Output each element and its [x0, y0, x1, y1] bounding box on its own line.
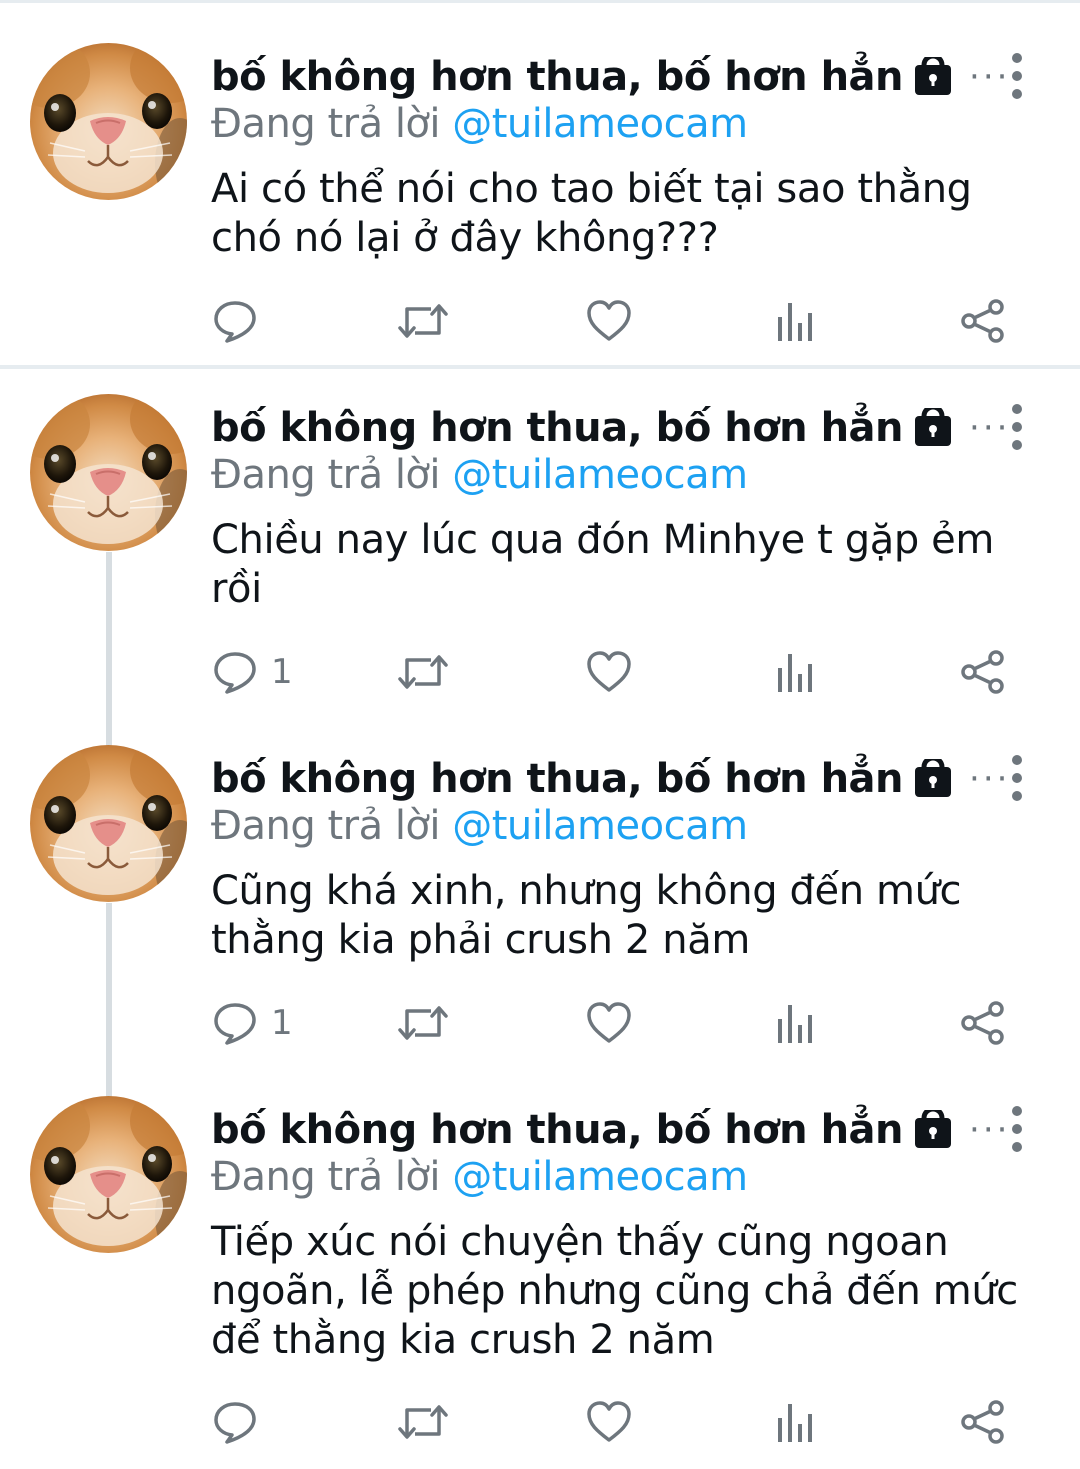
tweet-actions	[211, 295, 1041, 347]
replying-to: Đang trả lời @tuilameocam	[211, 803, 748, 849]
display-name[interactable]: bố không hơn thua, bố hơn hẳn	[211, 756, 904, 802]
replying-to-handle-link[interactable]: @tuilameocam	[452, 803, 748, 849]
tweet-text: Chiều nay lúc qua đón Minhye t gặp ẻm rồ…	[211, 517, 994, 612]
analytics-icon	[778, 654, 812, 692]
tweet-actions	[211, 1396, 1041, 1448]
tweet-actions: 1	[211, 997, 1041, 1049]
reply-button[interactable]	[211, 295, 271, 347]
like-button[interactable]	[585, 997, 633, 1049]
like-button[interactable]	[585, 646, 633, 698]
tweet-text: Cũng khá xinh, nhưng không đến mức thằng…	[211, 868, 962, 963]
cat-avatar-image	[30, 43, 187, 200]
reply-count: 1	[271, 652, 293, 692]
like-button[interactable]	[585, 295, 633, 347]
share-icon	[961, 299, 1004, 343]
reply-count: 1	[271, 1003, 293, 1043]
avatar[interactable]	[30, 745, 187, 902]
heart-icon	[587, 1401, 631, 1442]
lock-icon	[915, 57, 952, 95]
heart-icon	[587, 300, 631, 341]
replying-to-label: Đang trả lời	[211, 1154, 441, 1200]
retweet-button[interactable]	[397, 295, 449, 347]
tweet-text: Ai có thể nói cho tao biết tại sao thằng…	[211, 166, 972, 261]
cat-avatar-image	[30, 394, 187, 551]
analytics-button[interactable]	[775, 295, 817, 347]
analytics-button[interactable]	[775, 646, 817, 698]
tweet-header: bố không hơn thua, bố hơn hẳn ···	[211, 402, 1010, 454]
lock-icon	[915, 408, 952, 446]
analytics-icon	[778, 1005, 812, 1043]
heart-icon	[587, 651, 631, 692]
analytics-button[interactable]	[775, 1396, 817, 1448]
reply-button[interactable]: 1	[211, 997, 293, 1049]
tweet: bố không hơn thua, bố hơn hẳn ··· Đang t…	[0, 43, 1080, 343]
more-options-icon[interactable]	[1000, 753, 1034, 803]
replying-to-label: Đang trả lời	[211, 803, 441, 849]
avatar[interactable]	[30, 1096, 187, 1253]
tweet: bố không hơn thua, bố hơn hẳn ··· Đang t…	[0, 1096, 1080, 1456]
replying-to: Đang trả lời @tuilameocam	[211, 452, 748, 498]
tweet-text: Tiếp xúc nói chuyện thấy cũng ngoan ngoã…	[211, 1219, 1018, 1363]
heart-icon	[587, 1002, 631, 1043]
retweet-icon	[398, 655, 448, 689]
reply-button[interactable]: 1	[211, 646, 293, 698]
reply-icon	[214, 1402, 256, 1444]
reply-icon	[214, 301, 256, 343]
avatar[interactable]	[30, 394, 187, 551]
lock-icon	[915, 759, 952, 797]
tweet: bố không hơn thua, bố hơn hẳn ··· Đang t…	[0, 394, 1080, 704]
analytics-button[interactable]	[775, 997, 817, 1049]
replying-to: Đang trả lời @tuilameocam	[211, 101, 748, 147]
top-divider	[0, 0, 1080, 3]
section-divider	[0, 365, 1080, 369]
share-icon	[961, 1001, 1004, 1045]
retweet-button[interactable]	[397, 997, 449, 1049]
replying-to-handle-link[interactable]: @tuilameocam	[452, 452, 748, 498]
retweet-button[interactable]	[397, 1396, 449, 1448]
tweet: bố không hơn thua, bố hơn hẳn ··· Đang t…	[0, 745, 1080, 1055]
tweet-actions: 1	[211, 646, 1041, 698]
analytics-icon	[778, 303, 812, 341]
replying-to: Đang trả lời @tuilameocam	[211, 1154, 748, 1200]
reply-icon	[214, 652, 256, 694]
replying-to-handle-link[interactable]: @tuilameocam	[452, 101, 748, 147]
like-button[interactable]	[585, 1396, 633, 1448]
avatar[interactable]	[30, 43, 187, 200]
share-button[interactable]	[959, 295, 1007, 347]
reply-button[interactable]	[211, 1396, 271, 1448]
display-name[interactable]: bố không hơn thua, bố hơn hẳn	[211, 54, 904, 100]
retweet-icon	[398, 1006, 448, 1040]
more-options-icon[interactable]	[1000, 1104, 1034, 1154]
more-options-icon[interactable]	[1000, 51, 1034, 101]
retweet-button[interactable]	[397, 646, 449, 698]
tweet-header: bố không hơn thua, bố hơn hẳn ···	[211, 1104, 1010, 1156]
replying-to-handle-link[interactable]: @tuilameocam	[452, 1154, 748, 1200]
tweet-header: bố không hơn thua, bố hơn hẳn ···	[211, 753, 1010, 805]
display-name[interactable]: bố không hơn thua, bố hơn hẳn	[211, 405, 904, 451]
replying-to-label: Đang trả lời	[211, 452, 441, 498]
share-icon	[961, 1400, 1004, 1444]
share-button[interactable]	[959, 1396, 1007, 1448]
lock-icon	[915, 1110, 952, 1148]
share-icon	[961, 650, 1004, 694]
retweet-icon	[398, 304, 448, 338]
share-button[interactable]	[959, 997, 1007, 1049]
cat-avatar-image	[30, 745, 187, 902]
reply-icon	[214, 1003, 256, 1045]
display-name[interactable]: bố không hơn thua, bố hơn hẳn	[211, 1107, 904, 1153]
share-button[interactable]	[959, 646, 1007, 698]
cat-avatar-image	[30, 1096, 187, 1253]
replying-to-label: Đang trả lời	[211, 101, 441, 147]
more-options-icon[interactable]	[1000, 402, 1034, 452]
retweet-icon	[398, 1405, 448, 1439]
analytics-icon	[778, 1404, 812, 1442]
tweet-header: bố không hơn thua, bố hơn hẳn ···	[211, 51, 1010, 103]
